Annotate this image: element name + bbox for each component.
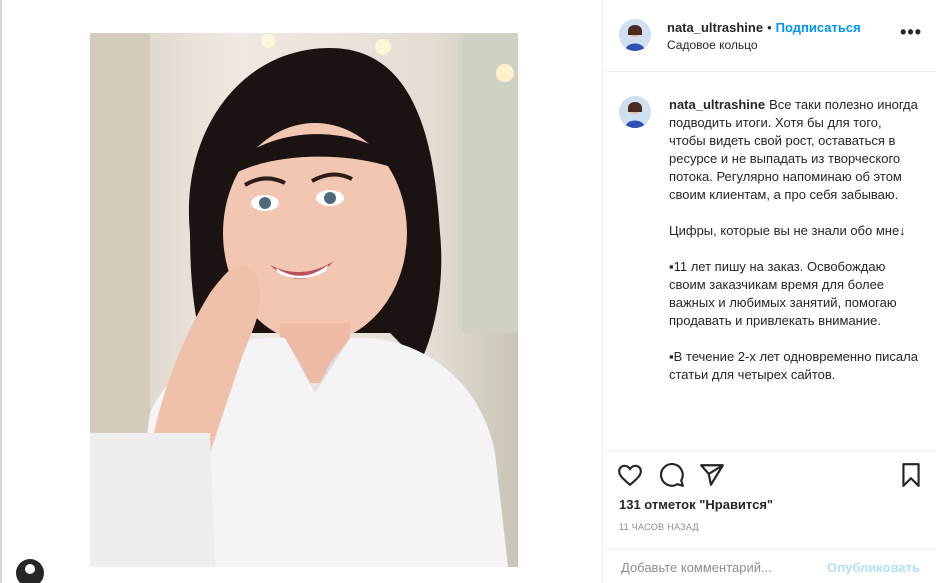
separator-dot: • — [767, 20, 772, 35]
more-options-icon[interactable]: ••• — [900, 23, 922, 41]
header-line: nata_ultrashine • Подписаться — [667, 20, 861, 35]
author-avatar-image — [619, 19, 651, 51]
caption-username[interactable]: nata_ultrashine — [669, 97, 765, 112]
caption-paragraph: ▪11 лет пишу на заказ. Освобождаю своим … — [669, 259, 897, 328]
caption-text: Все таки полезно иногда подводить итоги.… — [669, 97, 918, 202]
paper-plane-icon[interactable] — [699, 462, 725, 488]
post-side-panel: nata_ultrashine • Подписаться Садовое коль… — [603, 0, 936, 583]
action-bar — [603, 451, 936, 500]
post-header: nata_ultrashine • Подписаться Садовое коль… — [603, 0, 936, 72]
location-link[interactable]: Садовое кольцо — [667, 38, 758, 52]
caption-author-avatar[interactable] — [619, 96, 651, 128]
heart-icon[interactable] — [617, 462, 643, 488]
comment-box: Опубликовать — [603, 548, 936, 583]
author-avatar[interactable] — [619, 19, 651, 51]
user-account-icon[interactable] — [16, 559, 44, 583]
publish-button[interactable]: Опубликовать — [827, 560, 920, 575]
post-media — [2, 0, 602, 583]
follow-button[interactable]: Подписаться — [776, 20, 861, 35]
post-photo[interactable] — [90, 33, 518, 567]
post-timestamp[interactable]: 11 ЧАСОВ НАЗАД — [619, 522, 699, 532]
caption-paragraph: nata_ultrashine Все таки полезно иногда п… — [669, 96, 919, 204]
likes-count[interactable]: 131 отметок "Нравится" — [619, 497, 773, 512]
caption-avatar-image — [619, 96, 651, 128]
caption-paragraph: ▪В течение 2-х лет одновременно писала с… — [669, 349, 918, 382]
instagram-post-modal: nata_ultrashine • Подписаться Садовое коль… — [0, 0, 936, 583]
caption-paragraph: Цифры, которые вы не знали обо мне↓ — [669, 223, 906, 238]
comment-bubble-icon[interactable] — [659, 462, 685, 488]
comment-input[interactable] — [619, 559, 823, 576]
portrait-photo-image — [90, 33, 518, 567]
bookmark-icon[interactable] — [898, 462, 924, 488]
comments-area[interactable]: nata_ultrashine Все таки полезно иногда п… — [603, 72, 936, 450]
post-caption: nata_ultrashine Все таки полезно иногда п… — [669, 96, 919, 402]
author-username[interactable]: nata_ultrashine — [667, 20, 763, 35]
